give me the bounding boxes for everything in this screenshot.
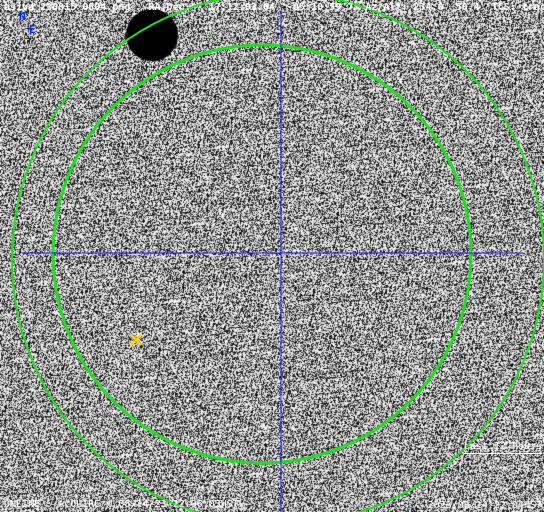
compass-east: E [29,23,36,36]
time-period-label: Last 12 Hours [463,441,542,454]
tcs-state: track [521,2,544,13]
x-marker-icon [130,334,142,346]
radec-label: RA,Dec: [148,2,191,13]
azalt-label: Az/Alt: [365,2,408,13]
compass-north: N [19,10,26,23]
status-line: ONLINE : ACQUIRE @ 08/14/23 22:06:03HST [4,499,239,510]
horizon-circle [11,0,544,512]
az-value: 234.0 [413,2,444,13]
tcs-label: TCS: [491,2,516,13]
header-info: asiva_230815_0804.png RA,Dec: 17:12:03.6… [4,2,544,14]
alt-value: 50.4 [455,2,480,13]
elevation-circle [51,43,473,465]
dec-value: -05:10:59.7 [287,2,354,13]
allsky-viewer: asiva_230815_0804.png RA,Dec: 17:12:03.6… [0,0,544,512]
overlay-layer [11,0,544,512]
ra-value: 17:12:03.64 [208,2,275,13]
image-timestamp: 2023/08/14 22:04HST [427,500,542,511]
